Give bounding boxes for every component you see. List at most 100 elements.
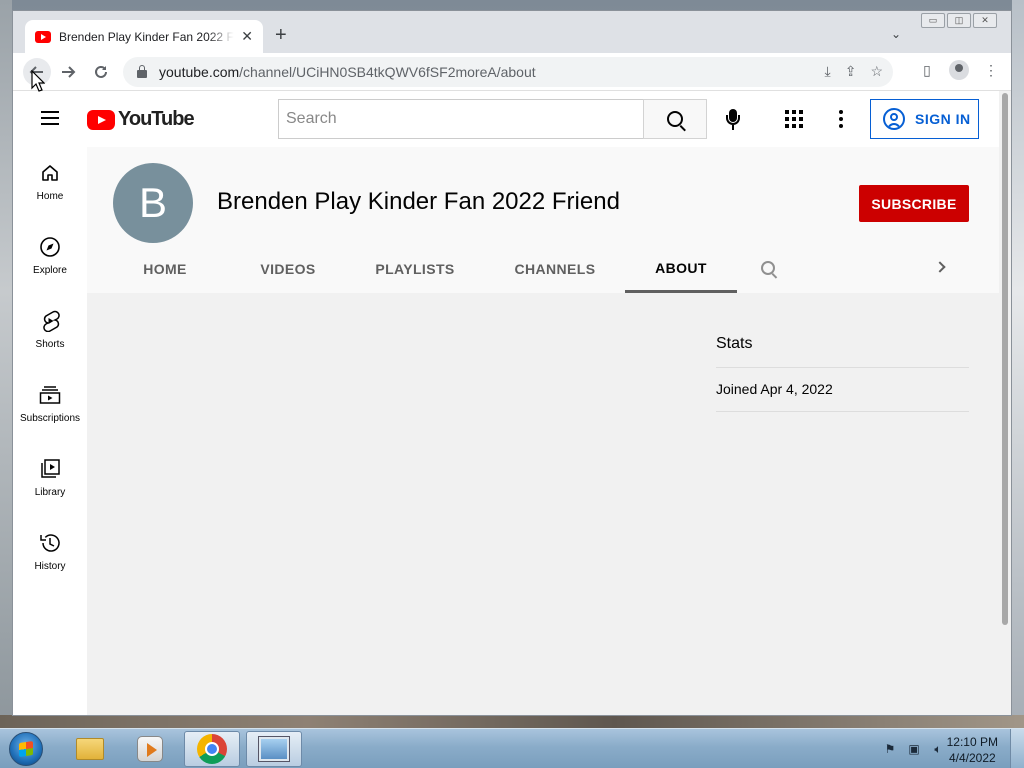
browser-tab[interactable]: Brenden Play Kinder Fan 2022 Friend - Yo…	[25, 20, 263, 53]
windows-taskbar: ⚑ ▣ 🔈︎ 12:10 PM 4/4/2022	[0, 728, 1024, 768]
install-icon[interactable]: ⤓	[825, 63, 831, 80]
stats-title: Stats	[716, 335, 969, 368]
desktop-right-edge	[1012, 0, 1024, 728]
search-button[interactable]	[643, 99, 707, 139]
history-icon	[38, 531, 62, 555]
home-icon	[38, 161, 62, 185]
arrow-right-icon	[62, 66, 76, 78]
bookmark-star-icon[interactable]: ☆	[870, 63, 883, 80]
channel-tabs: HOME VIDEOS PLAYLISTS CHANNELS ABOUT	[87, 245, 999, 293]
guide-label-explore: Explore	[33, 265, 67, 276]
clock-date: 4/4/2022	[948, 751, 996, 765]
window-controls: ▭ ◫ ✕	[921, 13, 997, 28]
channel-header: B Brenden Play Kinder Fan 2022 Friend SU…	[87, 147, 999, 293]
new-tab-button[interactable]: +	[275, 25, 287, 45]
tab-about[interactable]: ABOUT	[625, 245, 737, 293]
search-icon	[667, 111, 683, 127]
youtube-masthead: YouTube Search SIGN IN	[13, 91, 999, 147]
guide-label-history: History	[34, 561, 66, 572]
browser-tabstrip: Brenden Play Kinder Fan 2022 Friend - Yo…	[13, 11, 1011, 53]
reload-icon	[95, 65, 107, 78]
hamburger-menu-icon[interactable]	[41, 111, 59, 125]
stats-section: Stats Joined Apr 4, 2022	[716, 335, 969, 412]
channel-avatar[interactable]: B	[113, 163, 193, 243]
tab-search-chevron-icon[interactable]: ⌄	[891, 27, 901, 41]
network-icon[interactable]: ▣	[906, 741, 922, 757]
subscriptions-icon	[38, 383, 62, 407]
share-icon[interactable]: ⇪	[845, 63, 857, 80]
voice-search-mic-icon[interactable]	[725, 109, 741, 131]
tab-playlists[interactable]: PLAYLISTS	[357, 245, 473, 293]
chevron-right-icon[interactable]	[934, 261, 946, 273]
taskbar-image-viewer[interactable]	[246, 731, 302, 767]
tab-title: Brenden Play Kinder Fan 2022 Friend - Yo…	[59, 29, 234, 44]
desktop-left-edge	[0, 0, 12, 728]
sign-in-button[interactable]: SIGN IN	[870, 99, 979, 139]
omnibox-actions: ⤓ ⇪ ☆	[825, 63, 884, 80]
guide-item-home[interactable]: Home	[13, 147, 87, 221]
search-input[interactable]: Search	[278, 99, 643, 139]
tab-videos[interactable]: VIDEOS	[239, 245, 337, 293]
show-desktop-button[interactable]	[1010, 729, 1024, 768]
side-panel-icon[interactable]: ▯	[917, 60, 937, 80]
library-icon	[38, 457, 62, 481]
page-scrollbar[interactable]	[999, 91, 1011, 715]
channel-name: Brenden Play Kinder Fan 2022 Friend	[217, 188, 620, 215]
tab-close-icon[interactable]: ✕	[241, 28, 253, 45]
taskbar-media-player[interactable]	[122, 731, 178, 767]
youtube-logo[interactable]: YouTube	[87, 108, 195, 131]
youtube-logo-text: YouTube	[118, 108, 195, 130]
address-bar[interactable]: youtube.com/channel/UCiHN0SB4tkQWV6fSF2m…	[123, 57, 893, 87]
profile-icon[interactable]	[949, 60, 969, 80]
about-content: Stats Joined Apr 4, 2022	[87, 293, 999, 715]
sign-in-label: SIGN IN	[915, 111, 971, 127]
settings-kebab-icon[interactable]	[839, 110, 843, 128]
account-circle-icon	[883, 108, 905, 130]
apps-grid-icon[interactable]	[785, 110, 803, 128]
guide-label-subscriptions: Subscriptions	[19, 413, 81, 424]
youtube-favicon-icon	[35, 30, 51, 43]
taskbar-clock[interactable]: 12:10 PM 4/4/2022	[947, 734, 998, 766]
volume-icon[interactable]: 🔈︎	[930, 741, 946, 757]
chrome-icon	[197, 734, 227, 764]
close-window-button[interactable]: ✕	[973, 13, 997, 28]
guide-item-history[interactable]: History	[13, 517, 87, 591]
shorts-icon	[38, 309, 62, 333]
tab-channels[interactable]: CHANNELS	[493, 245, 617, 293]
reload-button[interactable]	[87, 58, 115, 86]
guide-item-shorts[interactable]: Shorts	[13, 295, 87, 369]
browser-menu-icon[interactable]: ⋮	[981, 60, 1001, 80]
start-button[interactable]	[4, 730, 48, 768]
channel-search-icon[interactable]	[761, 261, 775, 275]
guide-item-library[interactable]: Library	[13, 443, 87, 517]
url-text: youtube.com/channel/UCiHN0SB4tkQWV6fSF2m…	[159, 64, 536, 80]
media-player-icon	[137, 736, 163, 762]
taskbar-chrome[interactable]	[184, 731, 240, 767]
scrollbar-thumb[interactable]	[1002, 93, 1008, 625]
taskbar-explorer[interactable]	[62, 731, 118, 767]
compass-icon	[38, 235, 62, 259]
guide-item-explore[interactable]: Explore	[13, 221, 87, 295]
restore-button[interactable]: ◫	[947, 13, 971, 28]
picture-icon	[259, 737, 289, 761]
guide-label-library: Library	[34, 487, 66, 498]
toolbar-right: ▯ ⋮	[917, 60, 1001, 80]
lock-icon[interactable]	[137, 65, 147, 78]
page-viewport: YouTube Search SIGN IN Home Explore Shor…	[13, 91, 1011, 715]
minimize-button[interactable]: ▭	[921, 13, 945, 28]
clock-time: 12:10 PM	[946, 735, 998, 749]
subscribe-button[interactable]: SUBSCRIBE	[859, 185, 969, 222]
tab-home[interactable]: HOME	[125, 245, 205, 293]
youtube-play-icon	[87, 109, 115, 130]
action-center-flag-icon[interactable]: ⚑	[882, 741, 898, 757]
joined-date: Joined Apr 4, 2022	[716, 368, 969, 412]
guide-label-home: Home	[36, 191, 64, 202]
browser-window: Brenden Play Kinder Fan 2022 Friend - Yo…	[12, 10, 1012, 716]
guide-label-shorts: Shorts	[35, 339, 65, 350]
forward-button[interactable]	[54, 58, 82, 86]
guide-item-subscriptions[interactable]: Subscriptions	[13, 369, 87, 443]
windows-start-orb-icon	[9, 732, 43, 766]
system-tray: ⚑ ▣ 🔈︎	[882, 741, 946, 757]
folder-icon	[76, 738, 104, 760]
browser-toolbar: youtube.com/channel/UCiHN0SB4tkQWV6fSF2m…	[13, 53, 1011, 91]
